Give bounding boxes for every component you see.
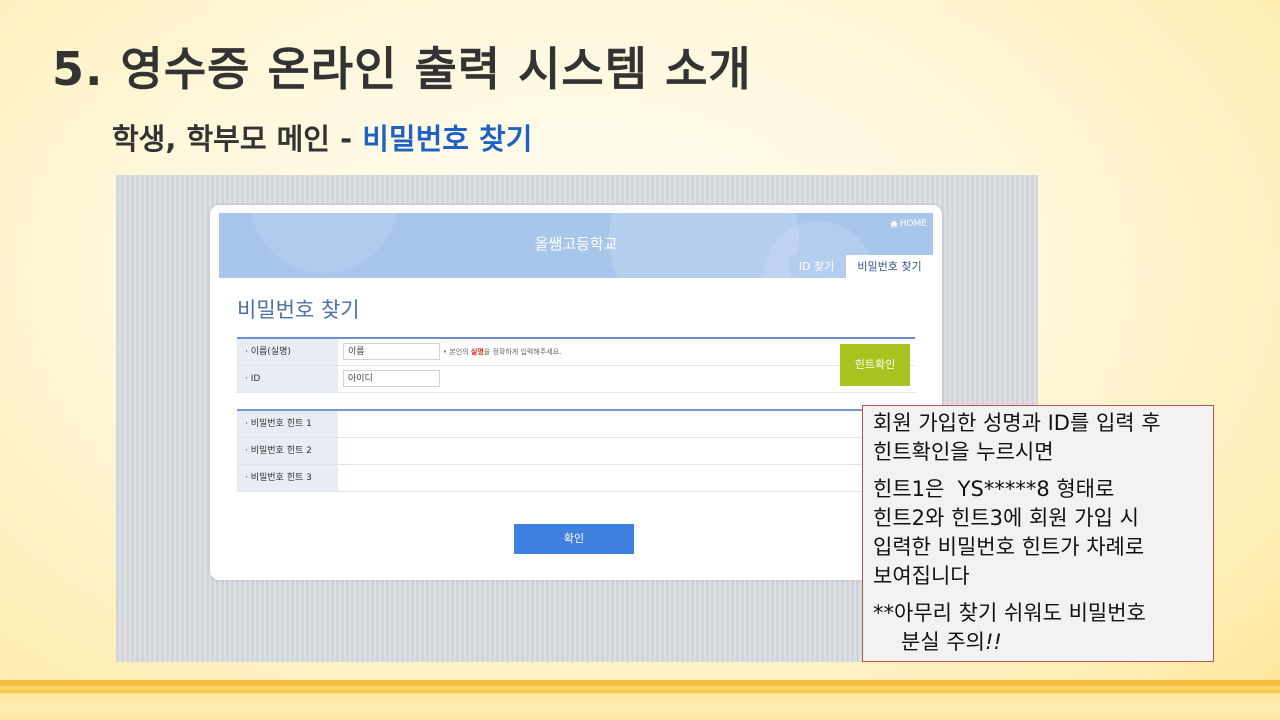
callout-warning-tail: 분실 주의!!	[873, 628, 1203, 657]
callout-line: 보여집니다	[873, 564, 970, 588]
hint-2-label: · 비밀번호 힌트 2	[237, 438, 338, 464]
hint-check-button[interactable]: 힌트확인	[840, 344, 910, 386]
table-row: · 비밀번호 힌트 1	[237, 411, 915, 438]
subtitle-highlight: 비밀번호 찾기	[362, 122, 533, 156]
callout-warning-line: **아무리 찾기 쉬워도 비밀번호	[873, 601, 1146, 625]
name-input[interactable]	[343, 343, 440, 360]
warning-tail-emphasis: !!	[984, 630, 1002, 654]
callout-line: 입력한 비밀번호 힌트가 차례로	[873, 535, 1145, 559]
callout-paragraph: 힌트1은 YS*****8 형태로 힌트2와 힌트3에 회원 가입 시 입력한 …	[873, 475, 1203, 591]
identity-form: · 이름(실명) • 본인의 실명을 정확하게 입력해주세요. · ID	[237, 339, 915, 393]
slide: 5. 영수증 온라인 출력 시스템 소개 학생, 학부모 메인 - 비밀번호 찾…	[0, 0, 1280, 720]
find-password-page: 올쌤고등학교 HOME ID 찾기 비밀번호 찾기 비밀번호 찾기 · 이름(실…	[210, 205, 942, 580]
callout-line: 힌트2와 힌트3에 회원 가입 시	[873, 506, 1139, 530]
tab-find-password[interactable]: 비밀번호 찾기	[846, 255, 933, 278]
home-icon	[890, 220, 898, 228]
table-row: · 비밀번호 힌트 3	[237, 465, 915, 492]
form-row-id: · ID	[237, 366, 915, 393]
hint-1-label: · 비밀번호 힌트 1	[237, 411, 338, 437]
warning-tail-text: 분실 주의	[901, 630, 985, 654]
id-input[interactable]	[343, 370, 440, 387]
name-label: · 이름(실명)	[237, 339, 338, 365]
hint-2-value	[338, 438, 915, 464]
callout-paragraph: 회원 가입한 성명과 ID를 입력 후 힌트확인을 누르시면	[873, 409, 1203, 467]
form-row-name: · 이름(실명) • 본인의 실명을 정확하게 입력해주세요.	[237, 339, 915, 366]
slide-subtitle: 학생, 학부모 메인 - 비밀번호 찾기	[112, 118, 532, 160]
confirm-button[interactable]: 확인	[514, 524, 634, 554]
site-header-banner: 올쌤고등학교 HOME ID 찾기 비밀번호 찾기	[219, 213, 933, 278]
callout-line: 회원 가입한 성명과 ID를 입력 후	[873, 411, 1161, 435]
password-hints-table: · 비밀번호 힌트 1 · 비밀번호 힌트 2 · 비밀번호 힌트 3	[237, 411, 915, 492]
school-name: 올쌤고등학교	[534, 235, 618, 253]
hint-3-value	[338, 465, 915, 491]
tab-find-id[interactable]: ID 찾기	[790, 255, 843, 278]
name-help-suffix: 을 정확하게 입력해주세요.	[483, 348, 562, 356]
page-title: 비밀번호 찾기	[237, 298, 360, 322]
home-label: HOME	[899, 219, 927, 229]
name-help-emphasis: 실명	[470, 348, 484, 356]
table-row: · 비밀번호 힌트 2	[237, 438, 915, 465]
slide-title: 5. 영수증 온라인 출력 시스템 소개	[52, 42, 752, 96]
callout-warning: **아무리 찾기 쉬워도 비밀번호 분실 주의!!	[873, 599, 1203, 657]
slide-footer-band	[0, 680, 1280, 720]
name-help-text: • 본인의 실명을 정확하게 입력해주세요.	[443, 339, 561, 365]
explanation-callout: 회원 가입한 성명과 ID를 입력 후 힌트확인을 누르시면 힌트1은 YS**…	[862, 405, 1214, 662]
callout-line: 힌트1은 YS*****8 형태로	[873, 477, 1115, 501]
subtitle-prefix: 학생, 학부모 메인 -	[112, 122, 363, 156]
home-link[interactable]: HOME	[890, 218, 927, 230]
id-label: · ID	[237, 366, 338, 392]
callout-line: 힌트확인을 누르시면	[873, 440, 1054, 464]
name-help-prefix: • 본인의	[443, 348, 471, 356]
hint-3-label: · 비밀번호 힌트 3	[237, 465, 338, 491]
hint-1-value	[338, 411, 915, 437]
